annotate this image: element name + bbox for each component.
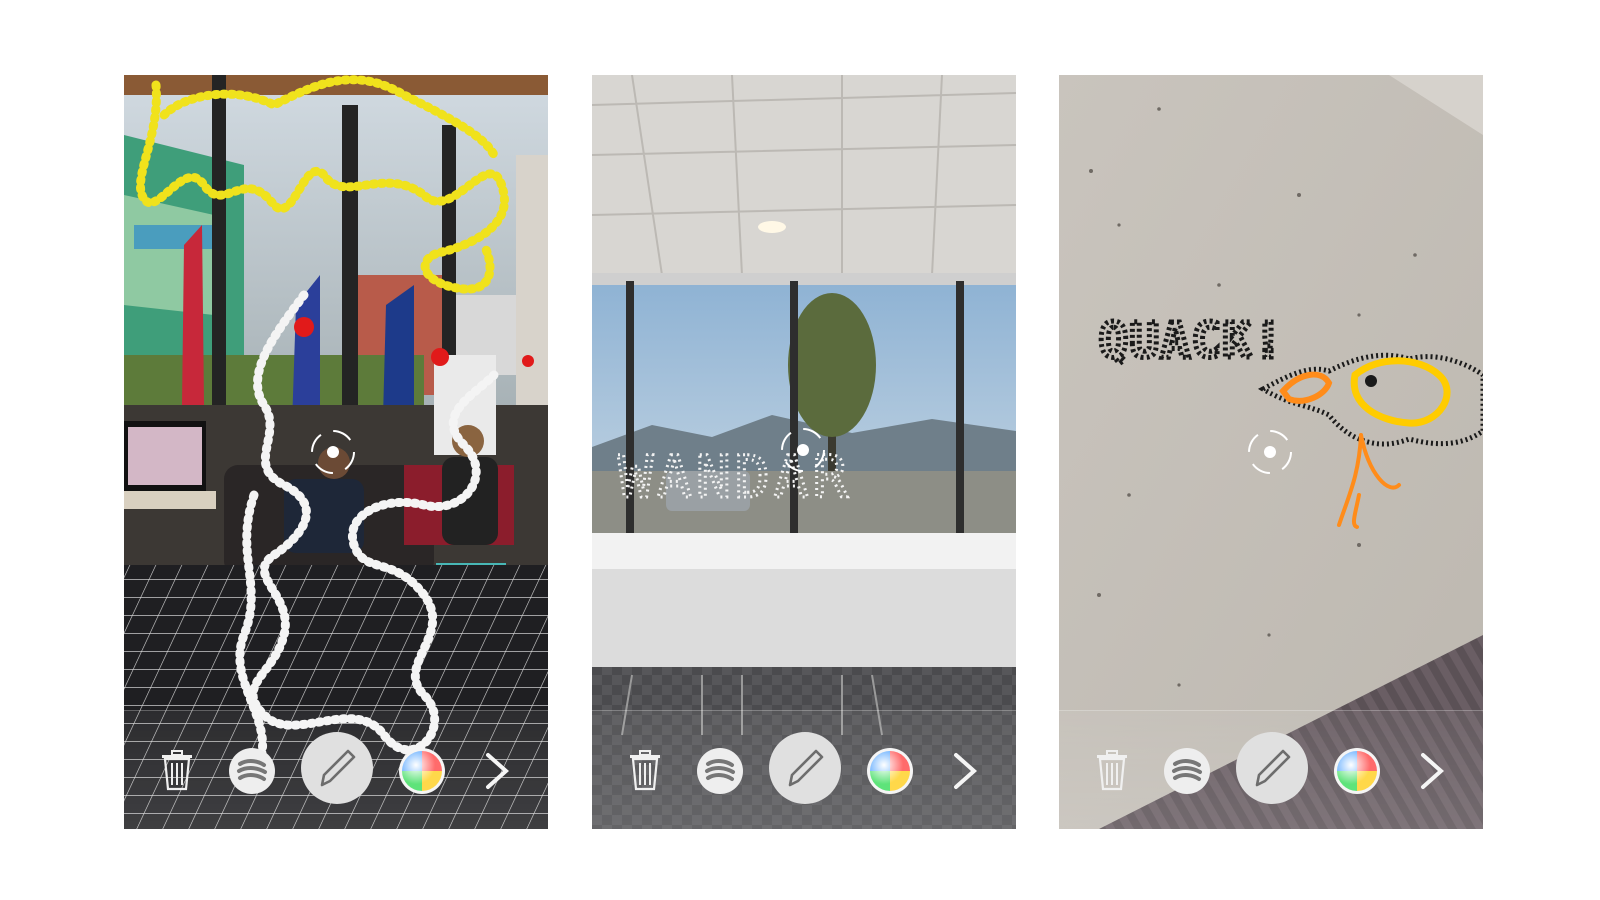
color-picker-button[interactable] — [398, 747, 446, 795]
trash-button[interactable] — [160, 749, 194, 791]
brush-style-icon — [229, 748, 275, 794]
next-button[interactable] — [1417, 751, 1447, 791]
brush-style-button[interactable] — [228, 747, 276, 795]
trash-icon — [162, 750, 192, 791]
trash-button[interactable] — [628, 749, 662, 791]
color-wheel-icon — [867, 748, 913, 794]
pen-icon — [1236, 732, 1308, 804]
next-button[interactable] — [482, 751, 512, 791]
chevron-right-icon — [486, 753, 510, 789]
draw-button[interactable] — [1235, 731, 1309, 805]
draw-button[interactable] — [300, 731, 374, 805]
brush-style-icon — [1164, 748, 1210, 794]
next-button[interactable] — [950, 751, 980, 791]
crosshair-reticle-icon — [781, 428, 825, 472]
brush-style-button[interactable] — [1163, 747, 1211, 795]
pen-icon — [301, 732, 373, 804]
trash-icon — [630, 750, 660, 791]
ar-screen-wall[interactable]: QUACK! — [1059, 75, 1483, 829]
color-wheel-icon — [399, 748, 445, 794]
bottom-toolbar — [1059, 710, 1483, 829]
pen-icon — [769, 732, 841, 804]
color-picker-button[interactable] — [866, 747, 914, 795]
ar-screen-lobby[interactable] — [124, 75, 548, 829]
chevron-right-icon — [1421, 753, 1445, 789]
trash-icon — [1097, 750, 1127, 791]
drawn-text-quack: QUACK! — [1099, 313, 1284, 369]
bottom-toolbar — [592, 710, 1016, 829]
bottom-toolbar — [124, 710, 548, 829]
color-wheel-icon — [1334, 748, 1380, 794]
ar-screen-window[interactable]: WANDAR — [592, 75, 1016, 829]
crosshair-reticle-icon — [311, 430, 355, 474]
trash-button[interactable] — [1095, 749, 1129, 791]
draw-button[interactable] — [768, 731, 842, 805]
crosshair-reticle-icon — [1248, 430, 1292, 474]
chevron-right-icon — [954, 753, 978, 789]
color-picker-button[interactable] — [1333, 747, 1381, 795]
brush-style-icon — [697, 748, 743, 794]
brush-style-button[interactable] — [696, 747, 744, 795]
